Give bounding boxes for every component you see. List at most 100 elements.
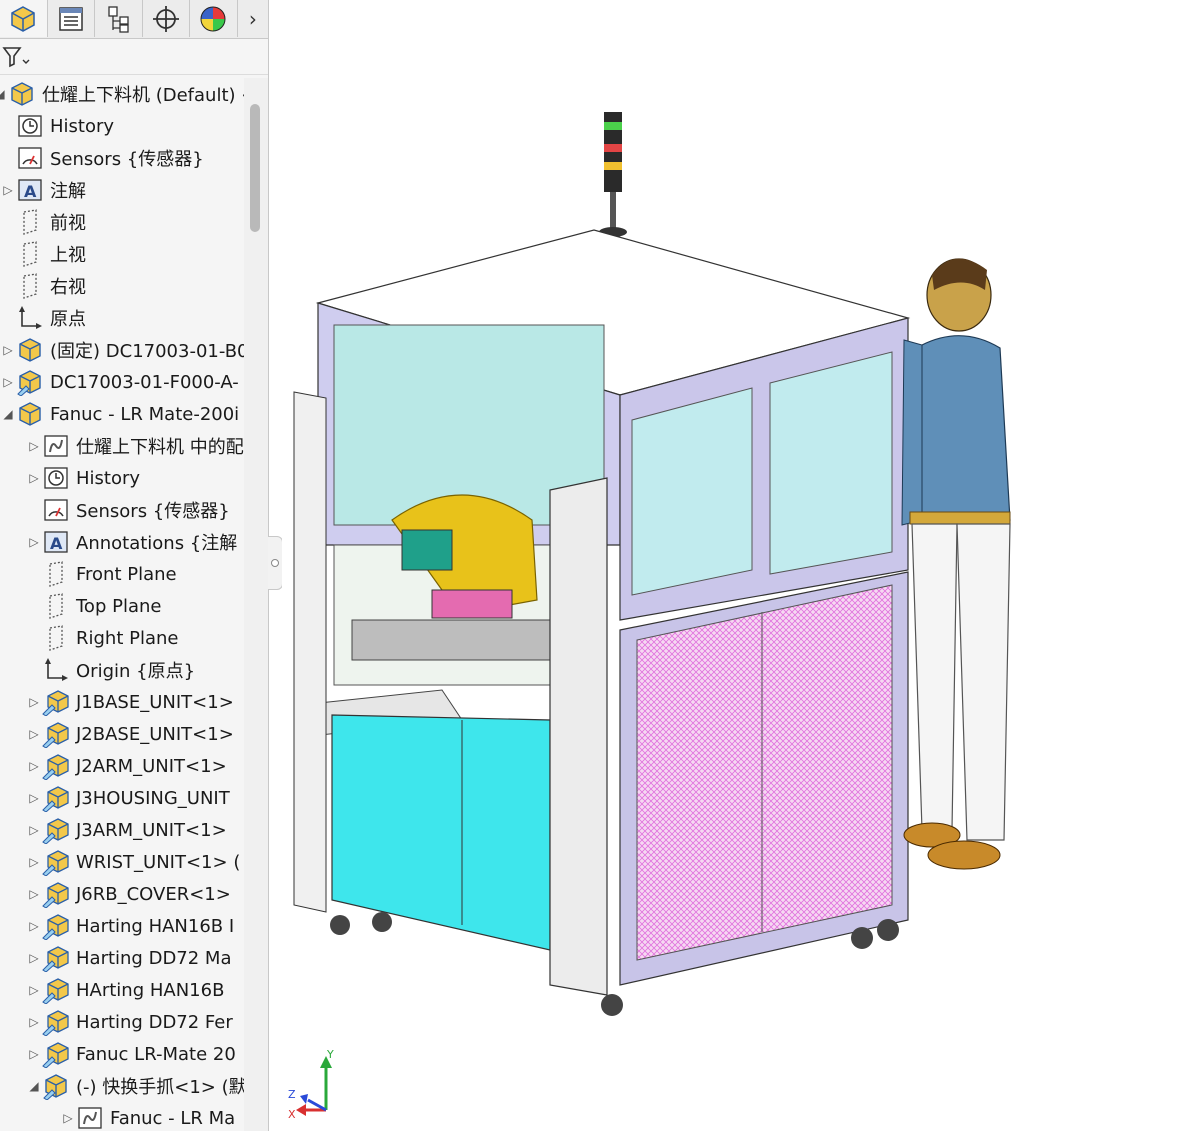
tree-item[interactable]: ▷ A Annotations {注解 xyxy=(26,526,237,558)
tree-scrollbar-thumb[interactable] xyxy=(250,104,260,232)
tree-item[interactable]: ▷ J1BASE_UNIT<1> xyxy=(26,686,234,718)
expand-arrow-icon[interactable]: ◢ xyxy=(26,1079,42,1093)
history-icon xyxy=(42,464,70,492)
tree-item[interactable]: ▷ WRIST_UNIT<1> ( xyxy=(26,846,240,878)
tree-item-label: Harting HAN16B I xyxy=(76,915,235,937)
collapse-arrow-icon[interactable]: ▷ xyxy=(26,1047,42,1061)
configuration-manager-tab[interactable] xyxy=(95,0,143,37)
tree-item[interactable]: 原点 xyxy=(0,302,86,334)
tree-item-label: J1BASE_UNIT<1> xyxy=(76,691,234,713)
model-3d-view[interactable] xyxy=(282,0,1204,1131)
tree-item-label: History xyxy=(76,467,141,489)
part-edit-icon xyxy=(42,944,70,972)
tree-item-label: Harting DD72 Ma xyxy=(76,947,232,969)
tree-item-label: DC17003-01-F000-A- xyxy=(50,371,239,393)
tree-item[interactable]: 右视 xyxy=(0,270,86,302)
panel-tab-bar: › xyxy=(0,0,268,39)
collapse-arrow-icon[interactable]: ▷ xyxy=(26,887,42,901)
tree-item[interactable]: ◢ (-) 快换手抓<1> (默 xyxy=(26,1070,244,1102)
tree-item[interactable]: ▷ Harting HAN16B I xyxy=(26,910,234,942)
tree-item-label: Right Plane xyxy=(76,627,179,649)
tree-item[interactable]: ◢ 仕耀上下料机 (Default) <De xyxy=(0,78,244,110)
assembly-icon xyxy=(8,80,36,108)
tree-item-label: Front Plane xyxy=(76,563,177,585)
collapse-arrow-icon[interactable]: ▷ xyxy=(26,439,42,453)
origin-icon xyxy=(16,304,44,332)
expand-arrow-icon[interactable]: ◢ xyxy=(0,407,16,421)
collapse-arrow-icon[interactable]: ▷ xyxy=(0,375,16,389)
expand-arrow-icon[interactable]: ◢ xyxy=(0,87,8,101)
tree-item[interactable]: ▷ A 注解 xyxy=(0,174,86,206)
collapse-arrow-icon[interactable]: ▷ xyxy=(26,983,42,997)
tree-item[interactable]: ▷ J2ARM_UNIT<1> xyxy=(26,750,227,782)
grip-icon xyxy=(271,559,279,567)
property-manager-tab[interactable] xyxy=(48,0,96,37)
tree-item[interactable]: ▷ History xyxy=(26,462,140,494)
mates-icon xyxy=(76,1104,104,1131)
collapse-arrow-icon[interactable]: ▷ xyxy=(0,343,16,357)
tree-item[interactable]: ▷ J6RB_COVER<1> xyxy=(26,878,231,910)
part-edit-icon xyxy=(42,784,70,812)
tree-item-label: Sensors {传感器} xyxy=(76,501,230,522)
tree-item[interactable]: 前视 xyxy=(0,206,86,238)
tree-item[interactable]: Origin {原点} xyxy=(26,654,195,686)
tree-item[interactable]: History xyxy=(0,110,114,142)
tree-item[interactable]: Right Plane xyxy=(26,622,179,654)
tree-item[interactable]: Sensors {传感器} xyxy=(26,494,230,526)
plane-icon xyxy=(42,624,70,652)
plane-icon xyxy=(16,240,44,268)
annotation-icon: A xyxy=(42,528,70,556)
collapse-arrow-icon[interactable]: ▷ xyxy=(0,183,16,197)
subassembly-edit-icon xyxy=(42,1072,70,1100)
collapse-arrow-icon[interactable]: ▷ xyxy=(26,951,42,965)
tree-item[interactable]: Sensors {传感器} xyxy=(0,142,204,174)
tree-item[interactable]: ▷ (固定) DC17003-01-B0 xyxy=(0,334,244,366)
tree-item[interactable]: Front Plane xyxy=(26,558,177,590)
tree-item[interactable]: ▷ Harting DD72 Fer xyxy=(26,1006,233,1038)
part-edit-icon xyxy=(42,912,70,940)
panel-splitter-handle[interactable] xyxy=(268,536,283,590)
collapse-arrow-icon[interactable]: ▷ xyxy=(26,471,42,485)
display-manager-tab[interactable] xyxy=(190,0,238,37)
more-tabs-button[interactable]: › xyxy=(238,0,268,37)
triad-y-label: Y xyxy=(326,1048,334,1061)
tree-item[interactable]: ▷ J3HOUSING_UNIT xyxy=(26,782,230,814)
filter-icon[interactable] xyxy=(2,44,32,70)
tree-item[interactable]: ▷ Fanuc - LR Ma xyxy=(60,1102,235,1131)
collapse-arrow-icon[interactable]: ▷ xyxy=(26,759,42,773)
graphics-viewport[interactable] xyxy=(282,0,1204,1131)
tree-item[interactable]: ▷ J3ARM_UNIT<1> xyxy=(26,814,227,846)
svg-text:A: A xyxy=(50,534,63,553)
collapse-arrow-icon[interactable]: ▷ xyxy=(26,535,42,549)
feature-manager-tab[interactable] xyxy=(0,0,48,37)
collapse-arrow-icon[interactable]: ▷ xyxy=(26,919,42,933)
tree-item[interactable]: ◢ Fanuc - LR Mate-200i xyxy=(0,398,239,430)
tree-scrollbar[interactable] xyxy=(244,78,268,1131)
collapse-arrow-icon[interactable]: ▷ xyxy=(26,791,42,805)
tree-item[interactable]: ▷ J2BASE_UNIT<1> xyxy=(26,718,234,750)
part-edit-icon xyxy=(42,1008,70,1036)
tree-item[interactable]: ▷ Fanuc LR-Mate 20 xyxy=(26,1038,236,1070)
tree-item[interactable]: 上视 xyxy=(0,238,86,270)
part-edit-icon xyxy=(42,848,70,876)
triad-z-label: Z xyxy=(288,1088,296,1101)
tree-item[interactable]: ▷ HArting HAN16B xyxy=(26,974,224,1006)
collapse-arrow-icon[interactable]: ▷ xyxy=(26,823,42,837)
part-edit-icon xyxy=(42,816,70,844)
tree-item-label: HArting HAN16B xyxy=(76,979,225,1001)
tree-item[interactable]: ▷ 仕耀上下料机 中的配 xyxy=(26,430,244,462)
tree-item-label: 右视 xyxy=(50,277,86,298)
part-icon xyxy=(11,5,36,32)
collapse-arrow-icon[interactable]: ▷ xyxy=(26,1015,42,1029)
collapse-arrow-icon[interactable]: ▷ xyxy=(26,727,42,741)
color-wheel-icon xyxy=(200,6,226,31)
collapse-arrow-icon[interactable]: ▷ xyxy=(26,855,42,869)
tree-item[interactable]: ▷ Harting DD72 Ma xyxy=(26,942,232,974)
collapse-arrow-icon[interactable]: ▷ xyxy=(26,695,42,709)
tree-item[interactable]: ▷ DC17003-01-F000-A- xyxy=(0,366,239,398)
tree-item-label: Origin {原点} xyxy=(76,661,196,682)
tree-item[interactable]: Top Plane xyxy=(26,590,161,622)
collapse-arrow-icon[interactable]: ▷ xyxy=(60,1111,76,1125)
dimxpert-tab[interactable] xyxy=(143,0,191,37)
origin-icon xyxy=(42,656,70,684)
